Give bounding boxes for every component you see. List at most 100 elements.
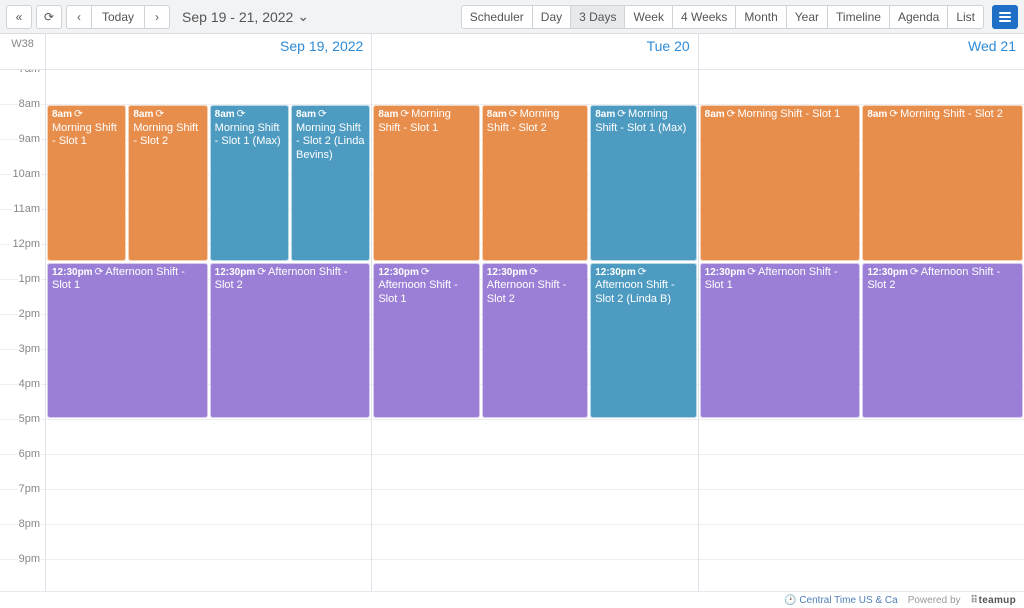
timezone-link[interactable]: 🕑 Central Time US & Ca [784,595,898,606]
recurring-icon: ⟳ [95,266,104,279]
recurring-icon: ⟳ [155,108,164,121]
recurring-icon: ⟳ [638,266,647,279]
refresh-button[interactable]: ⟳ [36,5,62,29]
event-time: 12:30pm [487,267,528,278]
calendar-event[interactable]: 8am⟳Morning Shift - Slot 2 [862,105,1023,261]
chevron-down-icon: ⌄ [297,8,309,25]
day-column[interactable]: 8am⟳Morning Shift - Slot 18am⟳Morning Sh… [699,70,1024,591]
view-day-button[interactable]: Day [532,5,571,29]
hour-label: 3pm [18,343,41,355]
hour-label: 4pm [18,378,41,390]
event-title: Afternoon Shift - Slot 2 (Linda B) [595,279,675,305]
calendar-event[interactable]: 8am⟳Morning Shift - Slot 1 (Max) [590,105,696,261]
calendar-event[interactable]: 12:30pm⟳Afternoon Shift - Slot 2 (Linda … [590,263,696,419]
event-title: Morning Shift - Slot 2 [900,108,1003,120]
recurring-icon: ⟳ [747,266,756,279]
recurring-icon: ⟳ [529,266,538,279]
event-time: 8am [867,109,887,120]
footer-bar: 🕑 Central Time US & Ca Powered by teamup [0,591,1024,608]
recurring-icon: ⟳ [509,108,518,121]
event-title: Afternoon Shift - Slot 1 [378,279,458,305]
calendar-event[interactable]: 8am⟳Morning Shift - Slot 2 [128,105,207,261]
hour-label: 10am [11,168,41,180]
recurring-icon: ⟳ [421,266,430,279]
hour-label: 1pm [18,273,41,285]
next-button[interactable]: › [144,5,170,29]
hour-label: 8pm [18,518,41,530]
hour-label: 8am [18,98,41,110]
calendar-event[interactable]: 12:30pm⟳Afternoon Shift - Slot 2 [210,263,371,419]
event-time: 12:30pm [595,267,636,278]
brand-logo[interactable]: teamup [971,595,1016,606]
day-column[interactable]: 8am⟳Morning Shift - Slot 18am⟳Morning Sh… [46,70,372,591]
recurring-icon: ⟳ [74,108,83,121]
hour-label: 6pm [18,448,41,460]
toolbar: « ⟳ ‹ Today › Sep 19 - 21, 2022 ⌄ Schedu… [0,0,1024,34]
recurring-icon: ⟳ [617,108,626,121]
calendar-event[interactable]: 8am⟳Morning Shift - Slot 1 [700,105,861,261]
event-time: 8am [595,109,615,120]
recurring-icon: ⟳ [910,266,919,279]
calendar-event[interactable]: 8am⟳Morning Shift - Slot 2 [482,105,588,261]
hour-label: 9am [18,133,41,145]
calendar-event[interactable]: 12:30pm⟳Afternoon Shift - Slot 2 [862,263,1023,419]
calendar-grid-scroll[interactable]: 7am8am9am10am11am12pm1pm2pm3pm4pm5pm6pm7… [0,70,1024,591]
today-button[interactable]: Today [91,5,145,29]
main-menu-button[interactable] [992,5,1018,29]
event-title: Morning Shift - Slot 1 (Max) [215,122,281,148]
hour-label: 11am [12,203,41,215]
day-header-row: W38 Sep 19, 2022 Tue 20 Wed 21 [0,34,1024,70]
day-column[interactable]: 8am⟳Morning Shift - Slot 18am⟳Morning Sh… [372,70,698,591]
calendar-event[interactable]: 12:30pm⟳Afternoon Shift - Slot 1 [373,263,479,419]
week-number-label: W38 [0,34,46,69]
calendar-event[interactable]: 8am⟳Morning Shift - Slot 1 (Max) [210,105,289,261]
view-timeline-button[interactable]: Timeline [827,5,890,29]
calendar-event[interactable]: 8am⟳Morning Shift - Slot 1 [47,105,126,261]
view-4-weeks-button[interactable]: 4 Weeks [672,5,736,29]
view-list-button[interactable]: List [947,5,984,29]
hour-label: 7am [18,70,41,75]
calendar-event[interactable]: 12:30pm⟳Afternoon Shift - Slot 1 [700,263,861,419]
event-time: 8am [705,109,725,120]
day-header[interactable]: Wed 21 [699,34,1024,69]
time-gutter: 7am8am9am10am11am12pm1pm2pm3pm4pm5pm6pm7… [0,70,46,591]
hour-label: 12pm [11,238,41,250]
day-header[interactable]: Sep 19, 2022 [46,34,372,69]
event-title: Morning Shift - Slot 1 [52,122,117,148]
view-3-days-button[interactable]: 3 Days [570,5,625,29]
date-range-picker[interactable]: Sep 19 - 21, 2022 ⌄ [182,8,309,25]
event-time: 8am [487,109,507,120]
view-switcher: SchedulerDay3 DaysWeek4 WeeksMonthYearTi… [461,5,984,29]
hour-label: 2pm [18,308,41,320]
view-week-button[interactable]: Week [624,5,672,29]
event-time: 12:30pm [215,267,256,278]
event-time: 8am [52,109,72,120]
event-time: 12:30pm [52,267,93,278]
event-title: Morning Shift - Slot 2 [133,122,198,148]
recurring-icon: ⟳ [257,266,266,279]
event-time: 12:30pm [378,267,419,278]
recurring-icon: ⟳ [889,108,898,121]
calendar-event[interactable]: 12:30pm⟳Afternoon Shift - Slot 1 [47,263,208,419]
calendar-grid: 7am8am9am10am11am12pm1pm2pm3pm4pm5pm6pm7… [0,70,1024,591]
calendar-event[interactable]: 8am⟳Morning Shift - Slot 2 (Linda Bevins… [291,105,370,261]
event-title: Morning Shift - Slot 1 [737,108,840,120]
recurring-icon: ⟳ [727,108,736,121]
event-time: 12:30pm [867,267,908,278]
prev-button[interactable]: ‹ [66,5,92,29]
recurring-icon: ⟳ [318,108,327,121]
view-agenda-button[interactable]: Agenda [889,5,948,29]
timezone-label: Central Time US & Ca [799,595,897,606]
event-time: 8am [378,109,398,120]
hamburger-icon [999,11,1011,23]
calendar-event[interactable]: 8am⟳Morning Shift - Slot 1 [373,105,479,261]
calendar-event[interactable]: 12:30pm⟳Afternoon Shift - Slot 2 [482,263,588,419]
event-time: 8am [215,109,235,120]
collapse-sidebar-button[interactable]: « [6,5,32,29]
view-year-button[interactable]: Year [786,5,828,29]
event-title: Morning Shift - Slot 2 (Linda Bevins) [296,122,364,162]
day-header[interactable]: Tue 20 [372,34,698,69]
date-nav-group: ‹ Today › [66,5,170,29]
view-scheduler-button[interactable]: Scheduler [461,5,533,29]
view-month-button[interactable]: Month [735,5,786,29]
